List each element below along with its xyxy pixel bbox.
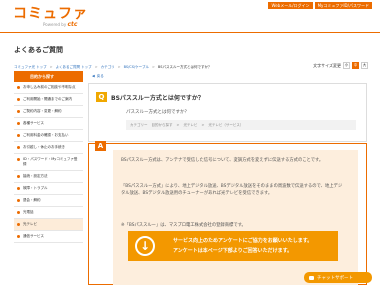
sidebar-item[interactable]: 通信サービス [14,231,83,243]
category-label: カテゴリー [130,122,148,127]
page-title: よくあるご質問 [14,46,63,54]
sidebar-item[interactable]: 故障・トラブル [14,183,83,195]
answer-inner-panel [113,150,358,285]
bullet-icon [17,235,20,238]
breadcrumb-separator: > [49,65,53,69]
survey-text: サービス向上のためアンケートにご協力をお願いいたします。 アンケートは本ページ下… [173,236,312,256]
header-links: Webメール/ログイン MyコミュファID/パスワード [268,2,372,9]
font-size-medium-button[interactable]: 中 [352,62,359,69]
back-label: 戻る [96,73,104,78]
category-separator: > [201,123,205,127]
question-mark-badge: Q [96,92,107,102]
sidebar-heading: 目的から探す [14,71,83,82]
chat-support-button[interactable]: チャットサポート [304,272,372,283]
bullet-icon [17,187,20,190]
font-size-label: 文字サイズ変更 [313,62,341,68]
chevron-left-icon: ◀ [92,74,95,78]
arrow-down-icon: ↓ [135,236,155,256]
bullet-icon [17,211,20,214]
breadcrumb-separator: > [94,65,98,69]
survey-line: アンケートは本ページ下部よりご回答いただけます。 [173,248,293,254]
category-link[interactable]: 光テレビ（サービス） [208,123,243,128]
header-link-webmail[interactable]: Webメール/ログイン [268,2,313,9]
sidebar-item[interactable]: ご利用料金の確認・お支払い [14,130,83,142]
header-link-myid[interactable]: MyコミュファID/パスワード [314,2,372,9]
bullet-icon [17,134,20,137]
survey-line: サービス向上のためアンケートにご協力をお願いいたします。 [173,238,313,244]
sidebar-item[interactable]: お引越し・休止のお手続き [14,142,83,154]
answer-mark-badge: A [95,141,106,151]
breadcrumb-item[interactable]: BS/CS/ケーブル [124,65,149,70]
font-size-large-button[interactable]: 大 [361,62,368,69]
logo-text: コミュファ [13,6,88,22]
font-size-small-button[interactable]: 小 [343,62,350,69]
sidebar-item[interactable]: ご利用開始・開通までのご案内 [14,94,83,106]
question-body: パススルー方式とは何ですか？ [126,110,189,115]
bullet-icon [17,86,20,89]
category-link[interactable]: 目的から探す [152,123,173,128]
sidebar-item[interactable]: 各種サービス [14,118,83,130]
sidebar-item[interactable]: 光テレビ [14,219,83,231]
font-size-switcher: 文字サイズ変更 小 中 大 [313,62,368,69]
breadcrumb-current: BSパススルー方式とは何ですか？ [157,65,212,69]
bullet-icon [17,122,20,125]
commufa-logo[interactable]: コミュファ Powered by ctc [13,6,88,28]
answer-note: ※「BSパススルー」は、マスプロ電工株式会社の登録商標です。 [121,223,246,228]
sidebar-item[interactable]: 接続・設定方法 [14,171,83,183]
main-content: ◀ 戻る Q BSパススルー方式とは何ですか？ パススルー方式とは何ですか？ カ… [88,71,367,285]
bullet-icon [17,98,20,101]
breadcrumb-separator: > [151,65,155,69]
question-categories: カテゴリー 目的から探す > 光テレビ > 光テレビ（サービス） [126,120,356,130]
bullet-icon [17,175,20,178]
sidebar-item[interactable]: お申し込み前のご相談や不明な点 [14,82,83,94]
breadcrumb-separator: > [117,65,121,69]
bullet-icon [17,146,20,149]
category-separator: > [176,123,180,127]
breadcrumb: コミュファ光 トップ > よくあるご質問 トップ > カテゴリ > BS/CS/… [14,65,211,70]
breadcrumb-item[interactable]: カテゴリ [101,65,115,70]
back-link[interactable]: ◀ 戻る [88,71,367,81]
bullet-icon [17,199,20,202]
sidebar-item[interactable]: 光電話 [14,207,83,219]
answer-paragraph: BSパススルー方式は、アンテナで受信した信号について、変調方式を変えずに伝送する… [121,158,324,163]
sidebar-item[interactable]: ID・パスワード・Myコミュファ登録 [14,154,83,171]
bullet-icon [17,223,20,226]
sidebar-item[interactable]: ご契約内容・変更・解約 [14,106,83,118]
site-header: コミュファ Powered by ctc Webメール/ログイン Myコミュファ… [0,0,380,33]
bullet-icon [17,110,20,113]
breadcrumb-item[interactable]: コミュファ光 トップ [14,65,47,70]
survey-banner[interactable]: ↓ サービス向上のためアンケートにご協力をお願いいたします。 アンケートは本ペー… [128,231,338,261]
category-link[interactable]: 光テレビ [183,123,197,128]
header-divider [0,32,380,33]
answer-paragraph: 「BSパススルー方式」により、地上デジタル放送、BSデジタル放送をそのままの周波… [121,184,343,196]
question-title: BSパススルー方式とは何ですか？ [111,95,204,102]
chat-bubble-icon [309,275,314,280]
breadcrumb-item[interactable]: よくあるご質問 トップ [56,65,92,70]
chat-support-label: チャットサポート [317,275,353,281]
sidebar-item[interactable]: 退会・解約 [14,195,83,207]
bullet-icon [17,158,20,161]
logo-sub: Powered by ctc [43,21,78,28]
question-box: Q BSパススルー方式とは何ですか？ パススルー方式とは何ですか？ カテゴリー … [88,83,367,142]
sidebar: 目的から探す お申し込み前のご相談や不明な点 ご利用開始・開通までのご案内 ご契… [14,71,83,243]
